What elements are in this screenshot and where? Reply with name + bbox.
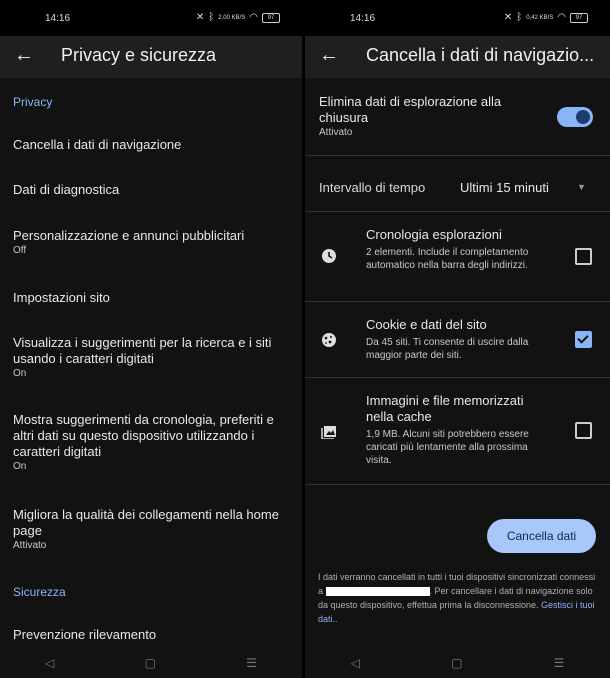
history-checkbox[interactable] [575,248,592,265]
redacted-account [325,587,430,597]
item-history-suggestions[interactable]: Mostra suggerimenti da cronologia, prefe… [13,412,284,472]
chevron-down-icon[interactable]: ▼ [577,182,586,192]
cookies-checkbox[interactable] [575,331,592,348]
item-site-settings[interactable]: Impostazioni sito [13,290,284,306]
divider [305,301,610,302]
app-bar: ← Cancella i dati di navigazio... [305,36,610,78]
bluetooth-icon: ᛒ [208,12,215,23]
item-subtitle: On [13,368,27,379]
clear-data-button[interactable]: Cancella dati [487,519,596,553]
category-title: Cookie e dati del sito [366,317,487,332]
page-title: Cancella i dati di navigazio... [366,45,595,65]
time-range-label: Intervallo di tempo [319,180,426,195]
delete-on-exit-toggle[interactable] [557,107,593,127]
category-title: Immagini e file memorizzati nella cache [366,393,524,424]
item-subtitle: Off [13,245,27,256]
status-icons: ✕ ᛒ 2,00 KB/S ◠ 97 [196,12,280,23]
item-title: Migliora la qualità dei collegamenti nel… [13,507,279,538]
toggle-knob [576,110,590,124]
back-arrow-icon[interactable]: ← [12,43,36,67]
status-time: 14:16 [45,13,71,24]
app-bar: ← Privacy e sicurezza [0,36,302,78]
delete-on-exit-text: Elimina dati di esplorazione alla chiusu… [319,94,550,138]
category-desc: 1,9 MB. Alcuni siti potrebbero essere ca… [366,429,529,466]
item-title: Visualizza i suggerimenti per la ricerca… [13,335,272,366]
nav-back-icon[interactable]: ◁ [351,656,360,670]
item-improve-shortcuts[interactable]: Migliora la qualità dei collegamenti nel… [13,507,284,551]
item-title: Cancella i dati di navigazione [13,137,182,152]
divider [305,211,610,212]
category-title: Cronologia esplorazioni [366,227,502,242]
item-search-suggestions[interactable]: Visualizza i suggerimenti per la ricerca… [13,335,284,379]
category-desc: 2 elementi. Include il completamento aut… [366,247,529,271]
nav-home-icon[interactable]: ▢ [145,656,156,670]
item-title: Prevenzione rilevamento [13,627,157,642]
item-subtitle: On [13,461,27,472]
nav-home-icon[interactable]: ▢ [451,656,462,670]
page-title: Privacy e sicurezza [61,45,217,65]
category-desc: Da 45 siti. Ti consente di uscire dalla … [366,337,529,361]
divider [305,484,610,485]
item-title: Mostra suggerimenti da cronologia, prefe… [13,412,274,459]
item-title: Dati di diagnostica [13,182,120,197]
status-time: 14:16 [350,13,376,24]
item-diagnostic-data[interactable]: Dati di diagnostica [13,182,284,198]
status-bar: 14:16 ✕ ᛒ 2,00 KB/S ◠ 97 [0,0,302,36]
delete-on-exit-title: Elimina dati di esplorazione alla chiusu… [319,94,502,125]
nav-back-icon[interactable]: ◁ [45,656,54,670]
status-bar: 14:16 ✕ ᛒ 0,42 KB/S ◠ 97 [305,0,610,36]
item-tracking-prevention[interactable]: Prevenzione rilevamento [13,627,284,643]
nav-menu-icon[interactable]: ☰ [554,656,565,670]
delete-on-exit-subtitle: Attivato [319,127,353,138]
nav-menu-icon[interactable]: ☰ [246,656,257,670]
network-speed: 0,42 KB/S [526,14,554,21]
divider [305,377,610,378]
battery-icon: 97 [570,12,588,23]
system-nav-bar: ◁ ▢ ☰ [305,648,610,678]
item-title: Impostazioni sito [13,290,110,305]
item-subtitle: Attivato [13,540,47,551]
cache-checkbox[interactable] [575,422,592,439]
item-personalization-ads[interactable]: Personalizzazione e annunci pubblicitari… [13,228,284,256]
system-nav-bar: ◁ ▢ ☰ [0,648,302,678]
mute-icon: ✕ [503,12,513,23]
section-privacy-title: Privacy [13,95,53,109]
item-clear-browsing-data[interactable]: Cancella i dati di navigazione [13,137,284,153]
network-speed: 2,00 KB/S [218,14,246,21]
item-title: Personalizzazione e annunci pubblicitari [13,228,245,243]
wifi-icon: ◠ [557,12,566,23]
clear-data-screen: 14:16 ✕ ᛒ 0,42 KB/S ◠ 97 ← Cancella i da… [305,0,610,678]
mute-icon: ✕ [195,12,205,23]
section-security-title: Sicurezza [13,585,66,599]
time-range-dropdown[interactable]: Ultimi 15 minuti [460,180,549,195]
image-icon [321,426,336,439]
bluetooth-icon: ᛒ [516,12,523,23]
battery-icon: 97 [262,12,280,23]
cookie-icon [322,333,336,347]
privacy-settings-screen: 14:16 ✕ ᛒ 2,00 KB/S ◠ 97 ← Privacy e sic… [0,0,302,678]
wifi-icon: ◠ [249,12,258,23]
status-icons: ✕ ᛒ 0,42 KB/S ◠ 97 [504,12,588,23]
footer-note: I dati verranno cancellati in tutti i tu… [318,570,600,626]
clock-icon [322,249,336,263]
divider [305,155,610,156]
back-arrow-icon[interactable]: ← [317,43,341,67]
